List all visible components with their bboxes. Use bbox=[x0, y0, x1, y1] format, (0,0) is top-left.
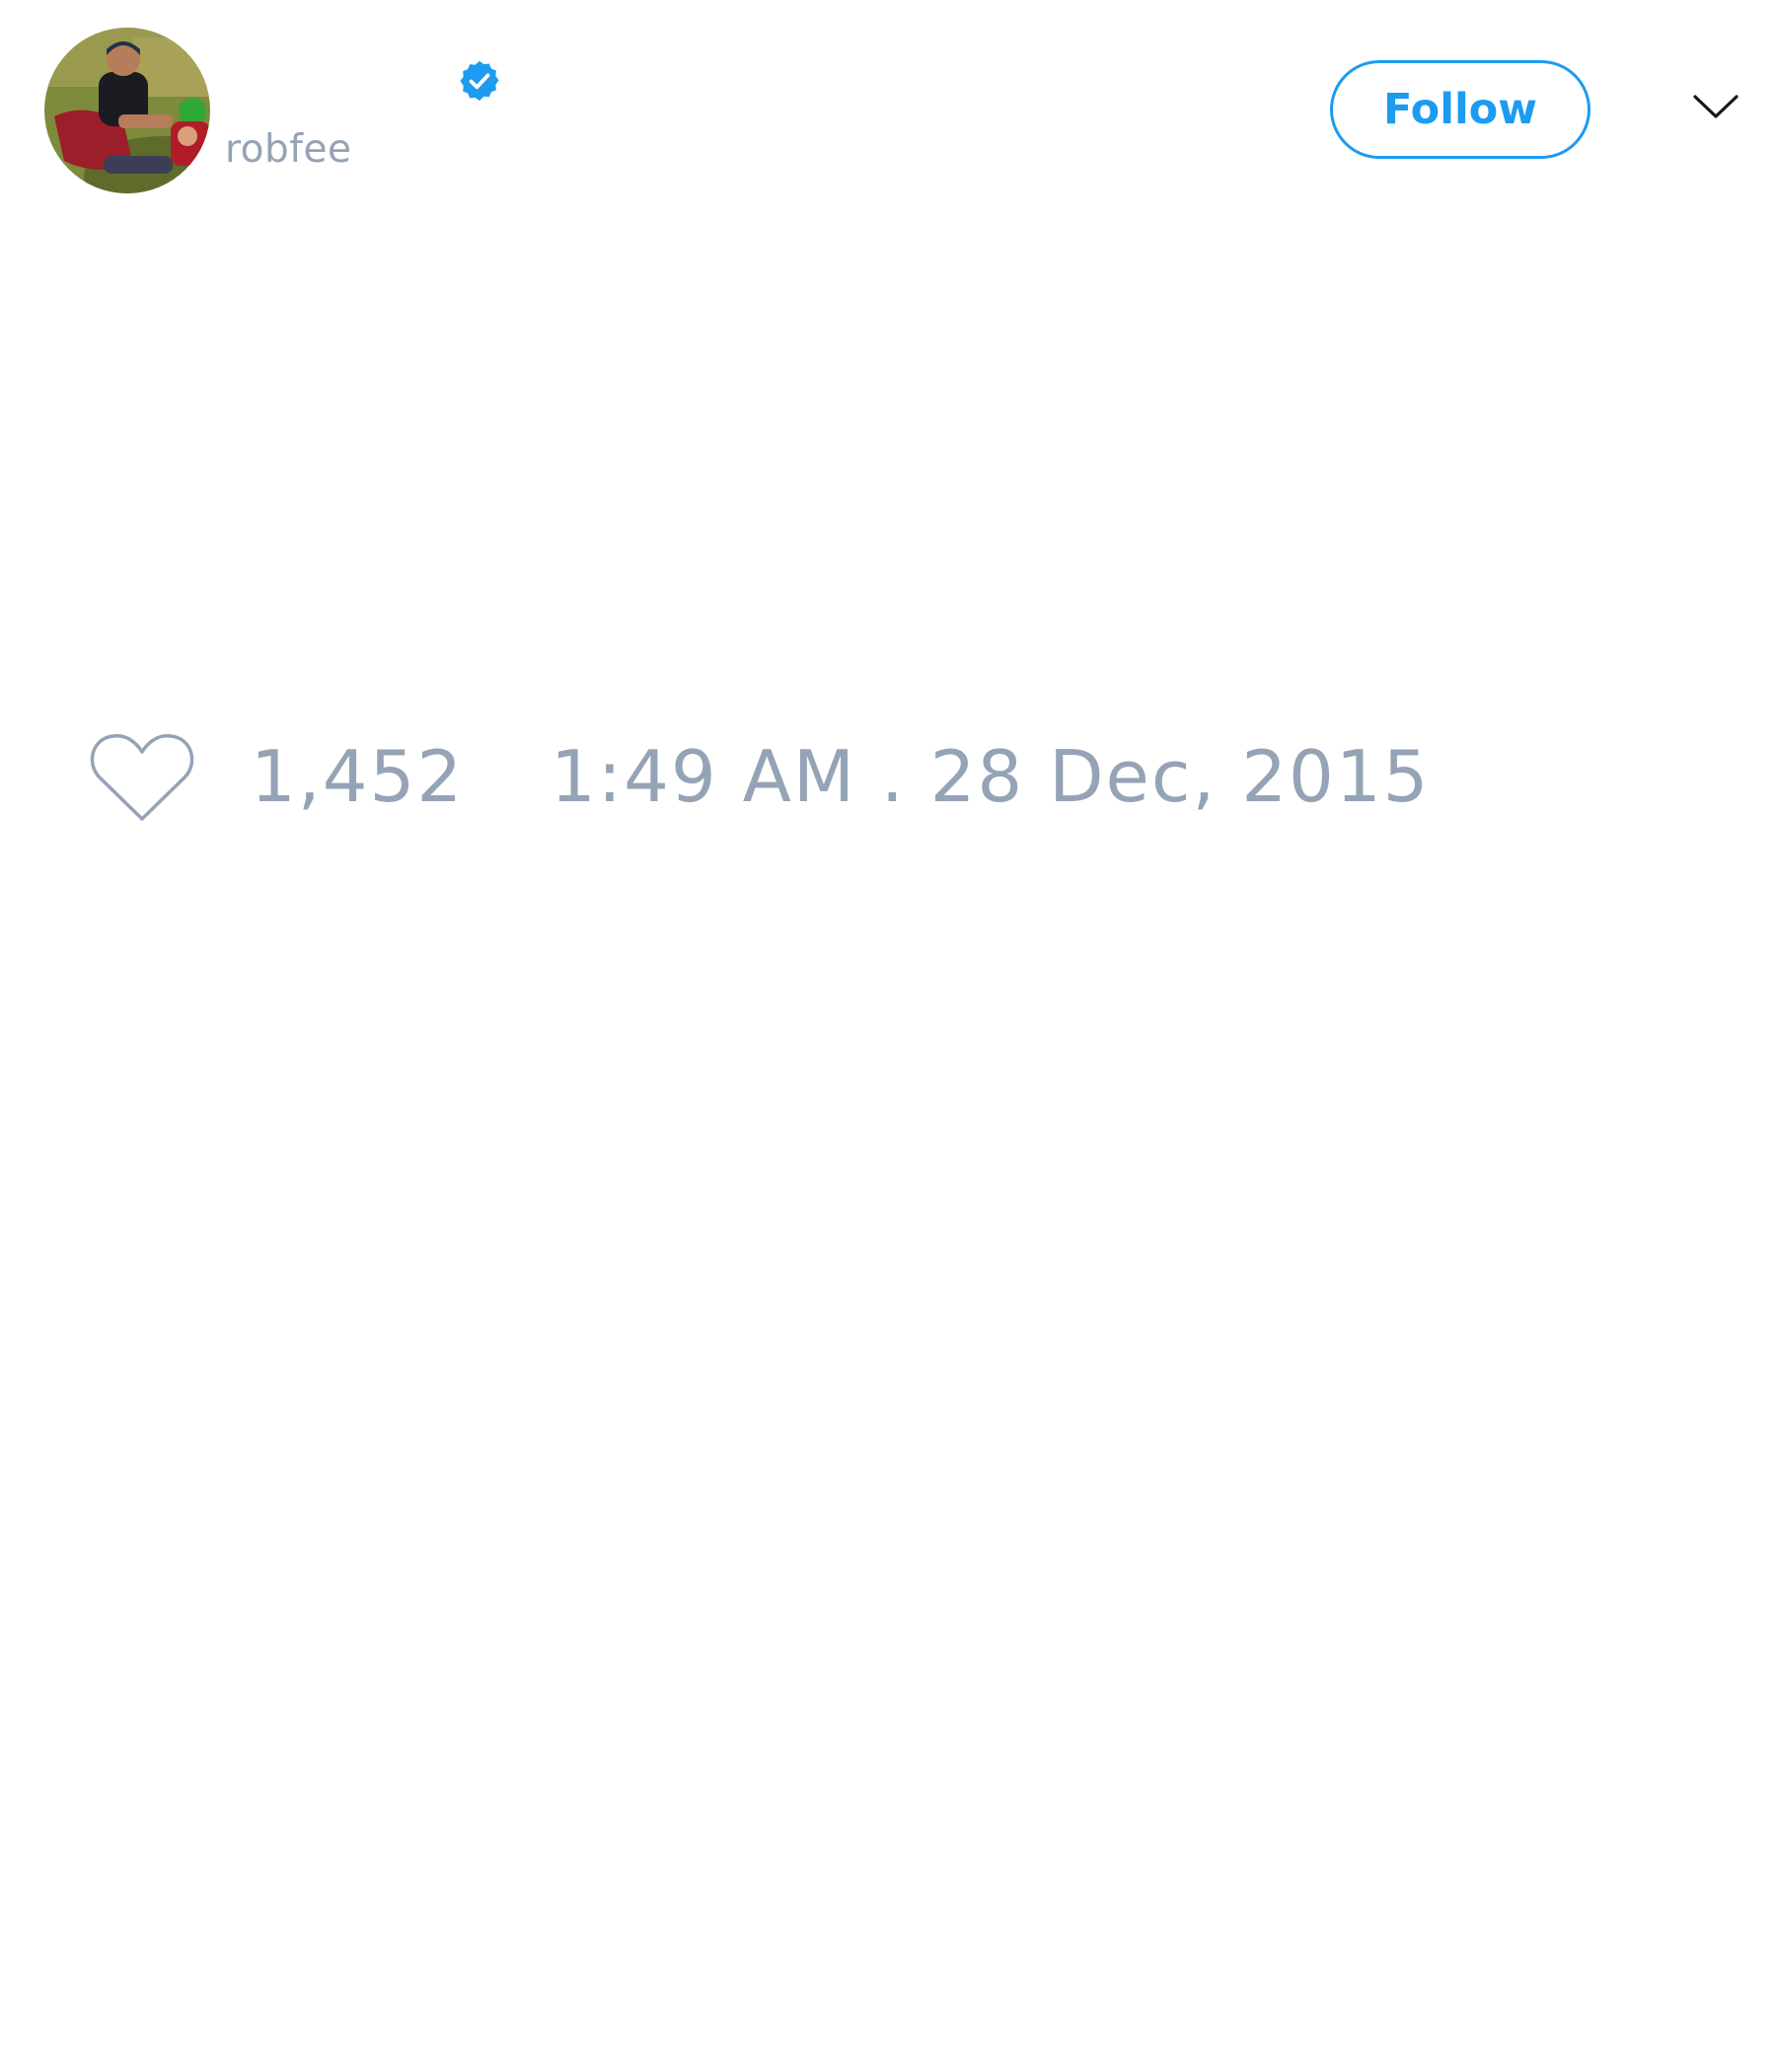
chevron-down-icon[interactable] bbox=[1692, 92, 1739, 121]
tweet-card: robfee Follow 1,452 1:49 AM . 28 Dec, 20… bbox=[0, 0, 1776, 2072]
follow-button[interactable]: Follow bbox=[1330, 60, 1591, 159]
verified-badge-icon bbox=[460, 60, 499, 102]
avatar[interactable] bbox=[44, 28, 210, 193]
heart-icon[interactable] bbox=[90, 732, 194, 823]
author-handle[interactable]: robfee bbox=[225, 126, 352, 174]
likes-count[interactable]: 1,452 bbox=[251, 735, 464, 818]
tweet-timestamp[interactable]: 1:49 AM . 28 Dec, 2015 bbox=[551, 735, 1430, 818]
avatar-photo bbox=[44, 28, 210, 193]
